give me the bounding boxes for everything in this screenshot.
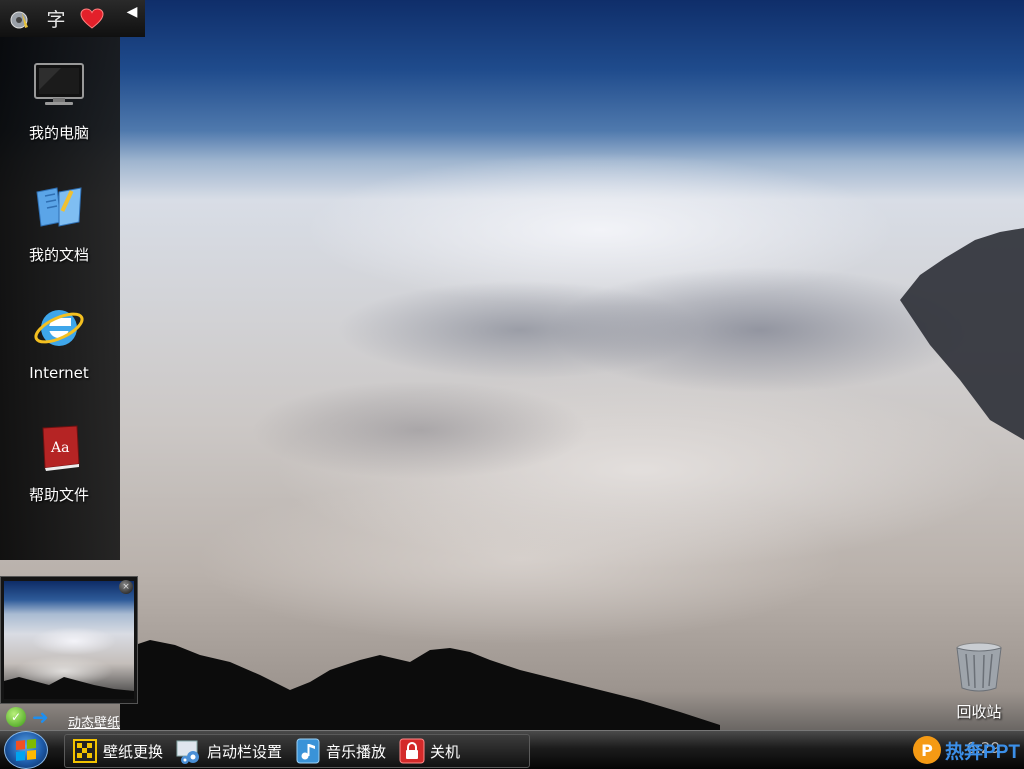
taskbar-item-label: 关机 bbox=[430, 742, 461, 761]
wallpaper-preview[interactable]: × bbox=[0, 576, 138, 704]
recycle-bin-icon bbox=[946, 640, 1012, 698]
preview-close-icon[interactable]: × bbox=[119, 580, 133, 594]
next-arrow-icon[interactable]: ➜ bbox=[32, 707, 49, 727]
taskbar-item-music[interactable]: 音乐播放 bbox=[288, 735, 392, 767]
internet-explorer-icon bbox=[31, 302, 87, 358]
desktop-icon-my-documents[interactable]: 我的文档 bbox=[0, 182, 118, 265]
recycle-bin-label: 回收站 bbox=[956, 703, 1002, 721]
desktop-icon-internet[interactable]: Internet bbox=[0, 302, 118, 382]
desktop-icon-recycle-bin[interactable]: 回收站 bbox=[946, 640, 1012, 722]
live-wallpaper-link[interactable]: 动态壁纸 bbox=[68, 712, 120, 731]
desktop-wallpaper bbox=[0, 0, 1024, 768]
wallpaper-thumbnail bbox=[4, 581, 134, 699]
favorites-heart-icon[interactable] bbox=[78, 5, 106, 33]
brand-watermark: P 热奔PPT bbox=[913, 735, 1020, 765]
taskbar-item-label: 壁纸更换 bbox=[103, 742, 164, 761]
desktop-icon-my-computer[interactable]: 我的电脑 bbox=[0, 60, 118, 143]
wallpaper-change-icon bbox=[71, 737, 99, 765]
font-icon[interactable]: 字 bbox=[42, 5, 70, 33]
desktop-icon-label: 帮助文件 bbox=[28, 486, 89, 504]
taskbar: 壁纸更换 启动栏设置 音乐播放 关机 6:29 P 热奔PPT bbox=[0, 730, 1024, 769]
brand-text: 热奔PPT bbox=[945, 741, 1020, 763]
apply-check-icon[interactable]: ✓ bbox=[6, 707, 26, 727]
svg-text:Aa: Aa bbox=[50, 440, 69, 456]
mountain-silhouette bbox=[120, 228, 1024, 768]
collapse-arrow-icon[interactable]: ◀ bbox=[123, 2, 141, 22]
monitor-icon bbox=[31, 60, 87, 116]
font-glyph: 字 bbox=[46, 9, 66, 31]
desktop-icon-label: Internet bbox=[29, 364, 89, 382]
help-book-icon: Aa bbox=[31, 422, 87, 478]
taskbar-item-shutdown[interactable]: 关机 bbox=[392, 735, 466, 767]
windows-logo-icon bbox=[16, 738, 36, 762]
documents-folder-icon bbox=[31, 182, 87, 238]
taskbar-item-wallpaper[interactable]: 壁纸更换 bbox=[65, 735, 169, 767]
shutdown-lock-icon bbox=[398, 737, 426, 765]
brand-logo-icon: P bbox=[913, 736, 942, 764]
quick-launch-bar: 壁纸更换 启动栏设置 音乐播放 关机 bbox=[64, 734, 530, 768]
music-player-icon bbox=[294, 737, 322, 765]
taskbar-item-label: 音乐播放 bbox=[326, 742, 387, 761]
taskbar-item-launchbar-settings[interactable]: 启动栏设置 bbox=[169, 735, 288, 767]
launchbar-settings-icon bbox=[175, 737, 203, 765]
desktop-icon-label: 我的电脑 bbox=[28, 124, 89, 142]
sound-settings-icon[interactable] bbox=[6, 5, 34, 33]
start-button[interactable] bbox=[4, 731, 48, 769]
desktop-icon-help[interactable]: Aa 帮助文件 bbox=[0, 422, 118, 505]
taskbar-item-label: 启动栏设置 bbox=[207, 742, 283, 761]
desktop-icon-label: 我的文档 bbox=[28, 246, 89, 264]
